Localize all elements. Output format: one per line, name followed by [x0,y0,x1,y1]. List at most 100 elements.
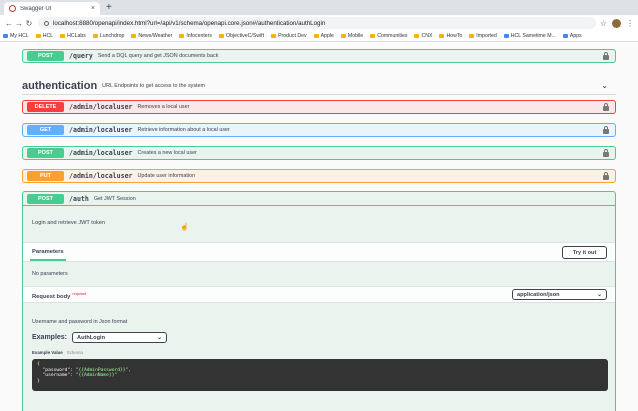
parameters-tab[interactable]: Parameters [32,249,64,255]
operation-put-localuser[interactable]: PUT /admin/localuser Update user informa… [22,169,616,183]
method-badge: DELETE [27,102,64,112]
operation-path: /admin/localuser [69,103,133,111]
content-type-select[interactable]: application/json ⌄ [512,289,607,300]
bookmark-item[interactable]: News/Weather [131,33,172,39]
lock-icon[interactable] [603,172,609,180]
examples-label: Examples: [32,334,68,341]
bookmark-item[interactable]: Product Dev [271,33,307,39]
required-label: required [72,292,87,296]
forward-icon[interactable]: → [14,19,24,28]
site-info-icon[interactable] [44,20,49,26]
bookmark-item[interactable]: My HCL [3,33,29,39]
browser-tab[interactable]: Swagger UI × [4,2,100,15]
operation-summary: Send a DQL query and get JSON documents … [97,53,219,59]
tag-name: authentication [22,79,98,92]
try-it-out-button[interactable]: Try it out [562,246,607,259]
menu-icon[interactable]: ⋮ [626,19,634,28]
folder-icon [131,34,137,38]
folder-icon [179,34,185,38]
folder-icon [414,34,420,38]
example-json-code: { "password": "{{AdminPassword}}", "user… [32,359,608,391]
operation-post-auth-expanded: POST /auth Get JWT Session Login and ret… [22,191,616,411]
folder-icon [219,34,225,38]
examples-row: Examples: AuthLogin ⌄ [32,332,168,343]
tag-description: URL Endpoints to get access to the syste… [102,82,206,89]
tag-section-authentication[interactable]: authentication URL Endpoints to get acce… [22,77,616,95]
address-bar[interactable]: localhost:8880/openapi/index.html?url=/a… [38,17,596,29]
back-icon[interactable]: ← [4,19,14,28]
profile-avatar[interactable] [612,18,621,28]
folder-icon [469,34,475,38]
bookmark-item[interactable]: HCL [35,33,53,39]
method-badge: POST [27,51,64,61]
operation-post-auth-header[interactable]: POST /auth Get JWT Session [23,192,615,206]
close-tab-icon[interactable]: × [91,5,95,12]
chevron-down-icon[interactable]: ⌄ [601,81,608,90]
operation-path: /admin/localuser [69,149,133,157]
bookmark-item[interactable]: Imported [469,33,497,39]
parameters-header: Parameters Try it out [23,242,615,262]
folder-icon [92,34,98,38]
bookmark-item[interactable]: Communities [370,33,407,39]
example-tabs: Example Value Schema [32,350,83,355]
browser-tab-bar: Swagger UI × + [0,0,638,15]
bookmark-icon [3,34,8,38]
bookmarks-bar: My HCL HCL HCLabs Lunchdrop News/Weather… [0,31,638,42]
bookmark-item[interactable]: HowTo [439,33,462,39]
chevron-down-icon: ⌄ [596,292,602,298]
parameters-tab-underline [30,259,66,261]
bookmark-item[interactable]: Lunchdrop [92,33,124,39]
method-badge: PUT [27,171,64,181]
bookmark-item[interactable]: Infocenters [179,33,212,39]
request-body-description: Username and password in Json format [32,319,128,325]
chevron-down-icon: ⌄ [157,335,163,341]
bookmark-item[interactable]: HCL Sametime M... [503,33,556,39]
method-badge: POST [27,193,64,204]
bookmark-star-icon[interactable]: ☆ [600,19,607,28]
new-tab-button[interactable]: + [106,2,112,13]
examples-select[interactable]: AuthLogin ⌄ [72,332,168,343]
lock-icon[interactable] [603,103,609,111]
reload-icon[interactable]: ↻ [24,19,34,28]
operation-description: Login and retrieve JWT token [32,220,105,226]
bookmark-item[interactable]: Mobile [340,33,363,39]
operation-path: /query [69,52,93,60]
mouse-cursor-icon: ☝ [180,224,189,231]
lock-icon[interactable] [603,52,609,60]
method-badge: GET [27,125,64,135]
lock-icon[interactable] [603,149,609,157]
apps-icon [562,34,568,38]
request-body-header: Request body required application/json ⌄ [23,286,615,303]
tab-example-value[interactable]: Example Value [32,350,63,355]
method-badge: POST [27,148,64,158]
tab-schema[interactable]: Schema [67,350,83,355]
bookmark-item[interactable]: Apple [313,33,334,39]
folder-icon [370,34,376,38]
folder-icon [439,34,445,38]
operation-summary: Creates a new local user [137,150,197,156]
operation-summary: Retrieve information about a local user [137,127,230,133]
folder-icon [60,34,66,38]
operation-get-localuser[interactable]: GET /admin/localuser Retrieve informatio… [22,123,616,137]
bookmark-icon [503,34,509,38]
browser-toolbar: ← → ↻ localhost:8880/openapi/index.html?… [0,15,638,31]
bookmark-item[interactable]: Apps [562,33,582,39]
operation-summary: Update user information [137,173,196,179]
operation-summary: Get JWT Session [93,195,136,202]
swagger-favicon-icon [9,5,16,12]
tab-title: Swagger UI [20,5,52,12]
operation-post-query[interactable]: POST /query Send a DQL query and get JSO… [22,49,616,63]
folder-icon [271,34,277,38]
folder-icon [35,34,41,38]
bookmark-item[interactable]: HCLabs [60,33,86,39]
bookmark-item[interactable]: ObjectiveC/Swift [219,33,264,39]
url-text: localhost:8880/openapi/index.html?url=/a… [53,19,326,27]
operation-path: /auth [69,194,89,203]
lock-icon[interactable] [603,126,609,134]
no-parameters-text: No parameters [32,271,68,277]
swagger-page: POST /query Send a DQL query and get JSO… [0,43,638,411]
operation-path: /admin/localuser [69,172,133,180]
bookmark-item[interactable]: CNX [414,33,432,39]
operation-delete-localuser[interactable]: DELETE /admin/localuser Removes a local … [22,100,616,114]
operation-post-localuser[interactable]: POST /admin/localuser Creates a new loca… [22,146,616,160]
